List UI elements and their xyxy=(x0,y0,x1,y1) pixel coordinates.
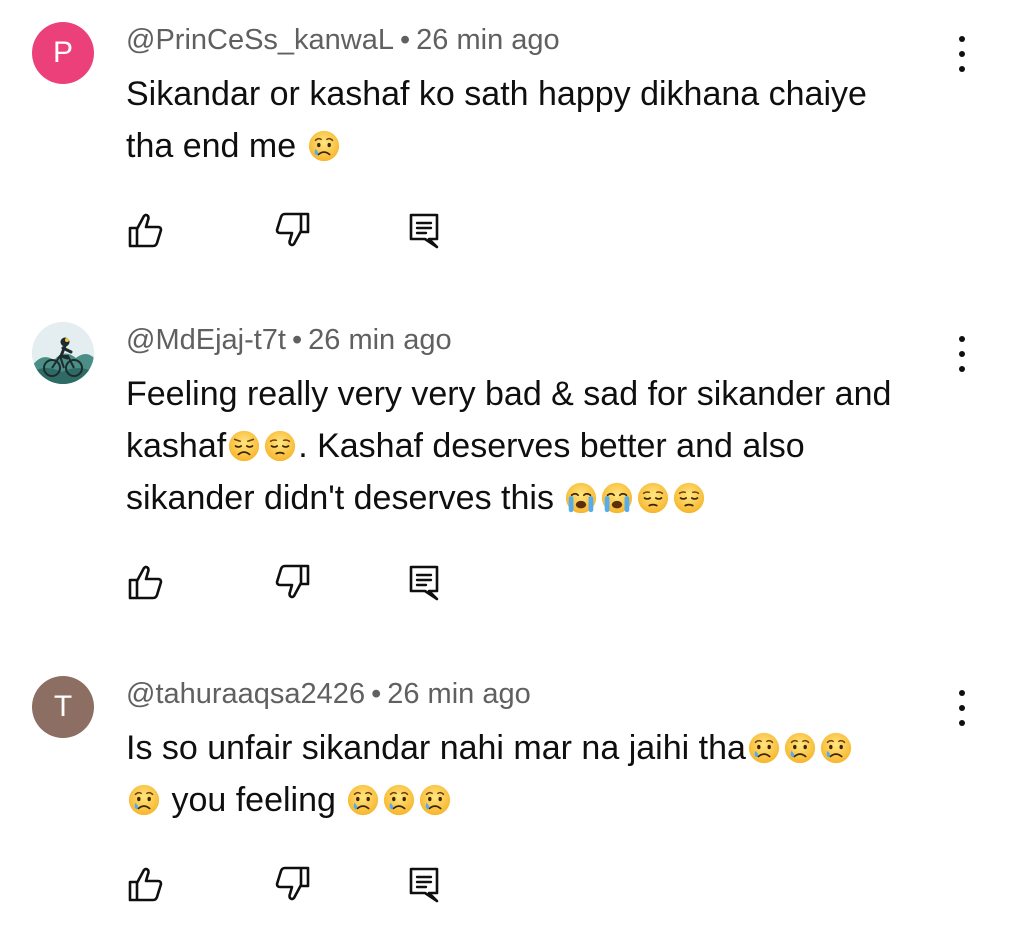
like-button[interactable] xyxy=(124,208,168,252)
comment-meta: @PrinCeSs_kanwaL • 26 min ago xyxy=(126,24,560,57)
comment-author[interactable]: @tahuraaqsa2426 xyxy=(126,678,365,710)
avatar[interactable]: T xyxy=(32,676,94,738)
comment-text-line: sikander didn't deserves this xyxy=(126,479,554,517)
comment-text: Is so unfair sikandar nahi mar na jaihi … xyxy=(126,722,926,826)
crying-face-icon xyxy=(418,783,452,817)
reply-button[interactable] xyxy=(402,560,446,604)
comment-actions xyxy=(124,862,464,906)
dislike-button[interactable] xyxy=(270,560,314,604)
thumbs-down-icon xyxy=(270,208,314,252)
crying-face-icon xyxy=(382,783,416,817)
dislike-button[interactable] xyxy=(270,208,314,252)
thumbs-down-icon xyxy=(270,862,314,906)
comment-author[interactable]: @PrinCeSs_kanwaL xyxy=(126,24,394,56)
comment-text-line: . Kashaf deserves better and also xyxy=(298,427,805,465)
comment-text: Feeling really very very bad & sad for s… xyxy=(126,368,926,524)
crying-face-icon xyxy=(346,783,380,817)
avatar-letter: T xyxy=(53,690,73,723)
comment-text-line: you feeling xyxy=(171,781,336,819)
comment-actions xyxy=(124,560,464,604)
disappointed-face-icon xyxy=(227,429,261,463)
reply-icon xyxy=(402,862,446,906)
dislike-button[interactable] xyxy=(270,862,314,906)
comment-text-line: kashaf xyxy=(126,427,227,465)
comment-text-line: tha end me xyxy=(126,127,297,165)
comment-author[interactable]: @MdEjaj-t7t xyxy=(126,324,286,356)
reply-icon xyxy=(402,560,446,604)
reply-button[interactable] xyxy=(402,208,446,252)
crying-face-icon xyxy=(783,731,817,765)
thumbs-up-icon xyxy=(124,208,168,252)
avatar[interactable] xyxy=(32,322,94,384)
pensive-face-icon xyxy=(263,429,297,463)
thumbs-up-icon xyxy=(124,560,168,604)
loudly-crying-face-icon xyxy=(564,481,598,515)
meta-separator: • xyxy=(291,324,303,356)
more-vert-icon[interactable] xyxy=(948,684,976,732)
cyclist-avatar-icon xyxy=(32,322,94,384)
like-button[interactable] xyxy=(124,862,168,906)
comment-text: Sikandar or kashaf ko sath happy dikhana… xyxy=(126,68,926,172)
meta-separator: • xyxy=(400,24,411,56)
crying-face-icon xyxy=(127,783,161,817)
more-vert-icon[interactable] xyxy=(948,330,976,378)
avatar[interactable]: P xyxy=(32,22,94,84)
comment-meta: @tahuraaqsa2426 • 26 min ago xyxy=(126,678,531,711)
pensive-face-icon xyxy=(636,481,670,515)
comment-time: 26 min ago xyxy=(416,24,560,56)
pensive-face-icon xyxy=(672,481,706,515)
reply-button[interactable] xyxy=(402,862,446,906)
comment-meta: @MdEjaj-t7t • 26 min ago xyxy=(126,324,452,357)
loudly-crying-face-icon xyxy=(600,481,634,515)
comment-time: 26 min ago xyxy=(308,324,452,356)
crying-face-icon xyxy=(819,731,853,765)
comment-time: 26 min ago xyxy=(387,678,531,710)
crying-face-icon xyxy=(747,731,781,765)
thumbs-down-icon xyxy=(270,560,314,604)
more-vert-icon[interactable] xyxy=(948,30,976,78)
meta-separator: • xyxy=(371,678,382,710)
comment-text-line: Sikandar or kashaf ko sath happy dikhana… xyxy=(126,75,867,113)
like-button[interactable] xyxy=(124,560,168,604)
thumbs-up-icon xyxy=(124,862,168,906)
comment-text-line: Is so unfair sikandar nahi mar na jaihi … xyxy=(126,729,746,767)
reply-icon xyxy=(402,208,446,252)
comment-actions xyxy=(124,208,464,252)
crying-face-icon xyxy=(307,129,341,163)
comment-text-line: Feeling really very very bad & sad for s… xyxy=(126,375,892,413)
avatar-letter: P xyxy=(52,36,73,69)
